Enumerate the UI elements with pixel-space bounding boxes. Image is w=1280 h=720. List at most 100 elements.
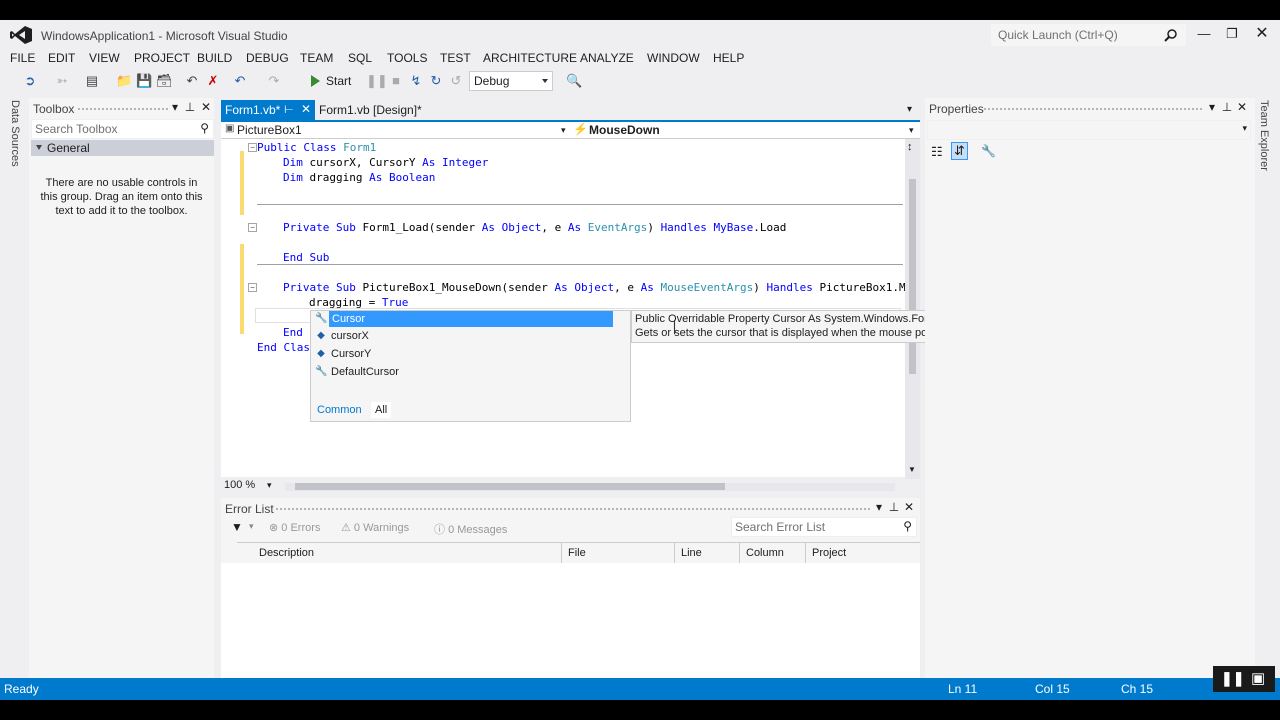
save-icon[interactable]: 💾 — [136, 73, 152, 89]
completion-tab-all[interactable]: All — [371, 402, 392, 418]
completion-item-cursory[interactable]: ◆ CursorY — [311, 346, 630, 363]
chevron-down-icon[interactable]: ▾ — [169, 100, 181, 114]
zoom-level[interactable]: 100 % — [224, 479, 255, 491]
column-column[interactable]: Column — [739, 543, 801, 563]
pause-icon[interactable]: ❚❚ — [1221, 670, 1244, 687]
column-project[interactable]: Project — [805, 543, 912, 563]
completion-tab-common[interactable]: Common — [317, 404, 362, 416]
step-into-icon[interactable]: ↯ — [408, 73, 424, 89]
forward-icon[interactable]: ➳ — [54, 73, 70, 89]
menu-architecture[interactable]: ARCHITECTURE — [483, 51, 577, 65]
menu-sql[interactable]: SQL — [348, 51, 372, 65]
find-in-files-icon[interactable]: 🔍 — [566, 73, 582, 89]
tab-form1-vb[interactable]: Form1.vb* ⊢ ✕ — [221, 100, 315, 120]
chevron-down-icon[interactable]: ▾ — [249, 521, 254, 532]
chevron-down-icon[interactable]: ▾ — [909, 125, 914, 136]
data-sources-side-tab[interactable]: Data Sources — [9, 100, 21, 167]
column-description[interactable]: Description — [253, 543, 549, 563]
panel-drag-grip[interactable] — [983, 107, 1203, 111]
close-icon[interactable]: ✕ — [1236, 100, 1248, 114]
pin-icon[interactable]: ⊥ — [1221, 100, 1233, 114]
close-icon[interactable]: ✕ — [200, 100, 212, 114]
filter-icon[interactable]: ▼ — [231, 520, 243, 534]
collapse-icon[interactable]: − — [248, 283, 257, 292]
alphabetical-icon[interactable]: ⇵ — [951, 142, 968, 160]
completion-item-cursor[interactable]: 🔧 Cursor — [311, 311, 630, 328]
scroll-thumb[interactable] — [295, 483, 725, 490]
chevron-down-icon[interactable]: ▾ — [873, 500, 885, 514]
errors-filter-button[interactable]: ⊗ 0 Errors — [269, 521, 320, 534]
method-dropdown[interactable]: MouseDown — [589, 123, 660, 137]
quick-launch-input[interactable]: Quick Launch (Ctrl+Q) — [990, 23, 1187, 47]
restore-button[interactable]: ❐ — [1221, 24, 1243, 44]
stop-icon[interactable]: ■ — [388, 73, 404, 89]
minimize-button[interactable]: — — [1193, 24, 1215, 44]
step-out-icon[interactable]: ↺ — [448, 73, 464, 89]
new-project-icon[interactable]: ▤ — [84, 73, 100, 89]
error-list-body[interactable] — [221, 563, 920, 678]
menu-file[interactable]: FILE — [10, 51, 35, 65]
chevron-down-icon[interactable]: ▾ — [907, 104, 912, 115]
menu-help[interactable]: HELP — [713, 51, 744, 65]
property-pages-icon[interactable]: 🔧 — [981, 144, 996, 158]
menu-test[interactable]: TEST — [440, 51, 471, 65]
step-over-icon[interactable]: ↻ — [428, 73, 444, 89]
code-token: As — [567, 221, 588, 234]
toolbox-group-general[interactable]: General — [31, 140, 214, 156]
undo-check-icon[interactable]: ↶ — [184, 73, 200, 89]
collapse-icon[interactable]: − — [248, 143, 257, 152]
pin-icon[interactable]: ⊥ — [184, 100, 196, 114]
messages-filter-button[interactable]: ⓘ 0 Messages — [434, 521, 507, 537]
search-toolbox-input[interactable]: Search Toolbox ⚲ — [31, 119, 214, 139]
solution-configuration-select[interactable]: Debug — [469, 71, 553, 91]
completion-item-defaultcursor[interactable]: 🔧 DefaultCursor — [311, 364, 630, 381]
warnings-filter-button[interactable]: ⚠ 0 Warnings — [341, 521, 409, 534]
menu-team[interactable]: TEAM — [300, 51, 333, 65]
search-icon[interactable]: ⚲ — [200, 121, 209, 135]
menu-tools[interactable]: TOOLS — [387, 51, 427, 65]
column-line[interactable]: Line — [674, 543, 736, 563]
chevron-down-icon[interactable]: ▾ — [267, 480, 272, 491]
search-icon[interactable] — [1164, 28, 1178, 42]
search-error-list-input[interactable]: Search Error List ⚲ — [731, 517, 917, 537]
split-icon[interactable]: ↕ — [907, 141, 913, 153]
menu-build[interactable]: BUILD — [197, 51, 232, 65]
chevron-down-icon[interactable]: ▾ — [561, 125, 566, 136]
properties-object-select[interactable]: ▾ — [927, 120, 1251, 140]
collapse-icon[interactable]: − — [248, 223, 257, 232]
menu-window[interactable]: WINDOW — [647, 51, 700, 65]
fullscreen-icon[interactable]: ▣ — [1251, 669, 1265, 687]
menu-analyze[interactable]: ANALYZE — [580, 51, 634, 65]
panel-drag-grip[interactable] — [275, 507, 871, 511]
close-window-button[interactable]: ✕ — [1251, 24, 1273, 44]
menu-debug[interactable]: DEBUG — [246, 51, 289, 65]
save-all-icon[interactable]: 🗃 — [156, 73, 173, 89]
editor-vertical-scrollbar[interactable]: ↕ ▼ — [905, 139, 920, 479]
editor-horizontal-scrollbar[interactable] — [285, 483, 895, 491]
pause-icon[interactable]: ❚❚ — [366, 73, 388, 89]
close-icon[interactable]: ✕ — [301, 102, 311, 116]
tab-form1-design[interactable]: Form1.vb [Design]* — [319, 103, 422, 117]
column-file[interactable]: File — [561, 543, 668, 563]
categorized-icon[interactable]: ☷ — [931, 144, 943, 160]
cancel-checkout-icon[interactable]: ✗ — [205, 73, 221, 89]
panel-drag-grip[interactable] — [77, 107, 169, 111]
menu-view[interactable]: VIEW — [89, 51, 120, 65]
close-icon[interactable]: ✕ — [903, 500, 915, 514]
team-explorer-side-tab[interactable]: Team Explorer — [1258, 100, 1270, 171]
completion-item-cursorx[interactable]: ◆ cursorX — [311, 328, 630, 345]
menu-project[interactable]: PROJECT — [134, 51, 190, 65]
open-file-icon[interactable]: 📁 — [116, 73, 132, 89]
pin-icon[interactable]: ⊥ — [888, 500, 900, 514]
back-icon[interactable]: ➲ — [22, 73, 38, 89]
menu-edit[interactable]: EDIT — [48, 51, 75, 65]
pin-icon[interactable]: ⊢ — [284, 103, 294, 116]
search-icon[interactable]: ⚲ — [903, 519, 912, 533]
undo-icon[interactable]: ↶ — [232, 73, 248, 89]
chevron-down-icon[interactable]: ▾ — [1206, 100, 1218, 114]
scroll-thumb[interactable] — [909, 179, 916, 374]
redo-icon[interactable]: ↷ — [266, 73, 282, 89]
code-editor[interactable]: − Public Class Form1 Dim cursorX, Cursor… — [221, 139, 905, 477]
class-dropdown[interactable]: PictureBox1 — [237, 123, 302, 137]
scroll-down-icon[interactable]: ▼ — [908, 465, 916, 474]
